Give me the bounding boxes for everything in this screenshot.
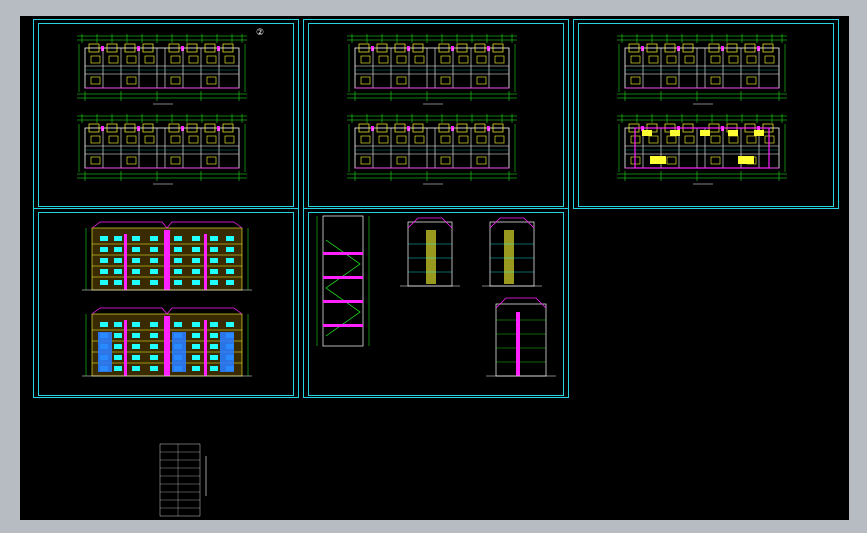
floor-plan-drawing bbox=[76, 33, 248, 105]
cad-drawing-viewport[interactable]: ② bbox=[20, 16, 849, 520]
drawing-marker: ② bbox=[256, 28, 264, 38]
cad-drawing-canvas: ② bbox=[76, 28, 788, 517]
floor-plan-drawing bbox=[76, 113, 248, 185]
roof-plan-highlight bbox=[634, 127, 770, 169]
floor-plan-drawing bbox=[346, 33, 518, 105]
section-drawing-b bbox=[482, 217, 542, 287]
floor-plan-drawing bbox=[616, 113, 788, 185]
front-elevation-drawing bbox=[81, 221, 253, 291]
section-drawing-a bbox=[400, 217, 460, 287]
title-block-table bbox=[159, 443, 207, 517]
floor-plan-drawing bbox=[616, 33, 788, 105]
section-drawing-stair bbox=[316, 215, 370, 347]
floor-plan-drawing bbox=[346, 113, 518, 185]
section-drawing-c bbox=[486, 297, 556, 377]
